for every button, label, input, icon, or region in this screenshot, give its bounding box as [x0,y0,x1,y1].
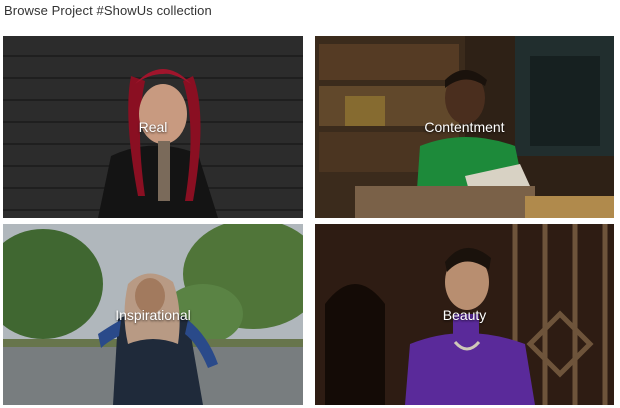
photo-beauty [315,224,614,405]
page-title: Browse Project #ShowUs collection [4,3,212,18]
photo-contentment [315,36,614,218]
collection-tile-beauty[interactable]: Beauty [315,224,614,405]
photo-inspirational [3,224,303,405]
collection-tile-inspirational[interactable]: Inspirational [3,224,303,405]
photo-real [3,36,303,218]
collection-tile-contentment[interactable]: Contentment [315,36,614,218]
collection-tile-real[interactable]: Real [3,36,303,218]
